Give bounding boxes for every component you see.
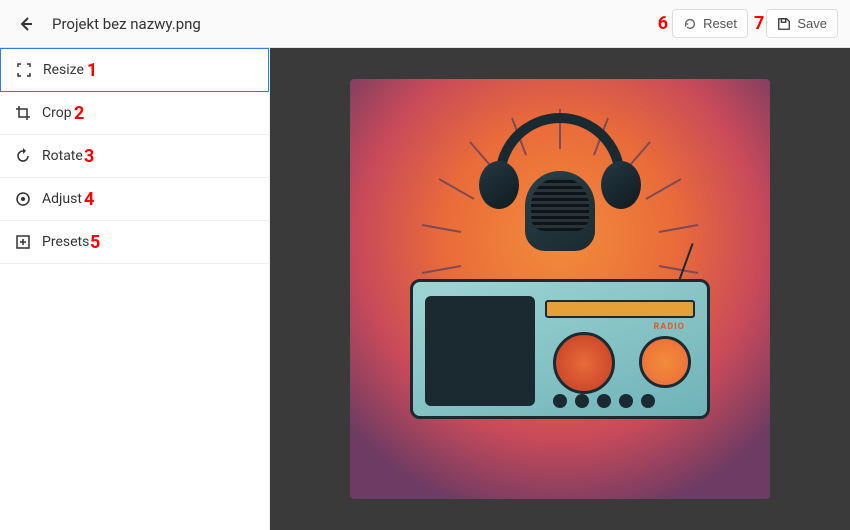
annotation-7: 7 xyxy=(754,13,764,34)
annotation-3: 3 xyxy=(84,146,94,167)
back-button[interactable] xyxy=(12,10,40,38)
tool-label: Presets xyxy=(42,234,89,250)
annotation-6: 6 xyxy=(658,13,668,34)
resize-icon xyxy=(15,61,33,79)
radio-text: RADIO xyxy=(654,322,686,332)
radio-graphic: RADIO xyxy=(410,279,710,449)
annotation-1: 1 xyxy=(87,60,97,81)
save-icon xyxy=(777,17,791,31)
header: Projekt bez nazwy.png 6 Reset 7 Save xyxy=(0,0,850,48)
tool-rotate[interactable]: Rotate 3 xyxy=(0,135,269,178)
tool-adjust[interactable]: Adjust 4 xyxy=(0,178,269,221)
filename-title: Projekt bez nazwy.png xyxy=(52,15,658,33)
tool-resize[interactable]: Resize 1 xyxy=(0,48,269,92)
tool-crop[interactable]: Crop 2 xyxy=(0,92,269,135)
presets-icon xyxy=(14,233,32,251)
tool-presets[interactable]: Presets 5 xyxy=(0,221,269,264)
microphone-graphic xyxy=(525,171,595,251)
crop-icon xyxy=(14,104,32,122)
canvas-area[interactable]: RADIO xyxy=(270,48,850,530)
tool-label: Crop xyxy=(42,105,72,121)
save-button[interactable]: Save xyxy=(766,9,838,38)
reset-label: Reset xyxy=(703,16,737,31)
header-actions: 6 Reset 7 Save xyxy=(658,9,838,38)
reset-button[interactable]: Reset xyxy=(672,9,748,38)
tool-label: Adjust xyxy=(42,191,82,207)
save-label: Save xyxy=(797,16,827,31)
arrow-left-icon xyxy=(18,16,34,32)
tool-sidebar: Resize 1 Crop 2 Rotate 3 Adjust 4 xyxy=(0,48,270,530)
main: Resize 1 Crop 2 Rotate 3 Adjust 4 xyxy=(0,48,850,530)
reset-icon xyxy=(683,17,697,31)
tool-label: Resize xyxy=(43,62,84,78)
annotation-2: 2 xyxy=(74,103,84,124)
adjust-icon xyxy=(14,190,32,208)
annotation-5: 5 xyxy=(90,232,100,253)
tool-label: Rotate xyxy=(42,148,83,164)
rotate-icon xyxy=(14,147,32,165)
annotation-4: 4 xyxy=(84,189,94,210)
image-preview: RADIO xyxy=(350,79,770,499)
